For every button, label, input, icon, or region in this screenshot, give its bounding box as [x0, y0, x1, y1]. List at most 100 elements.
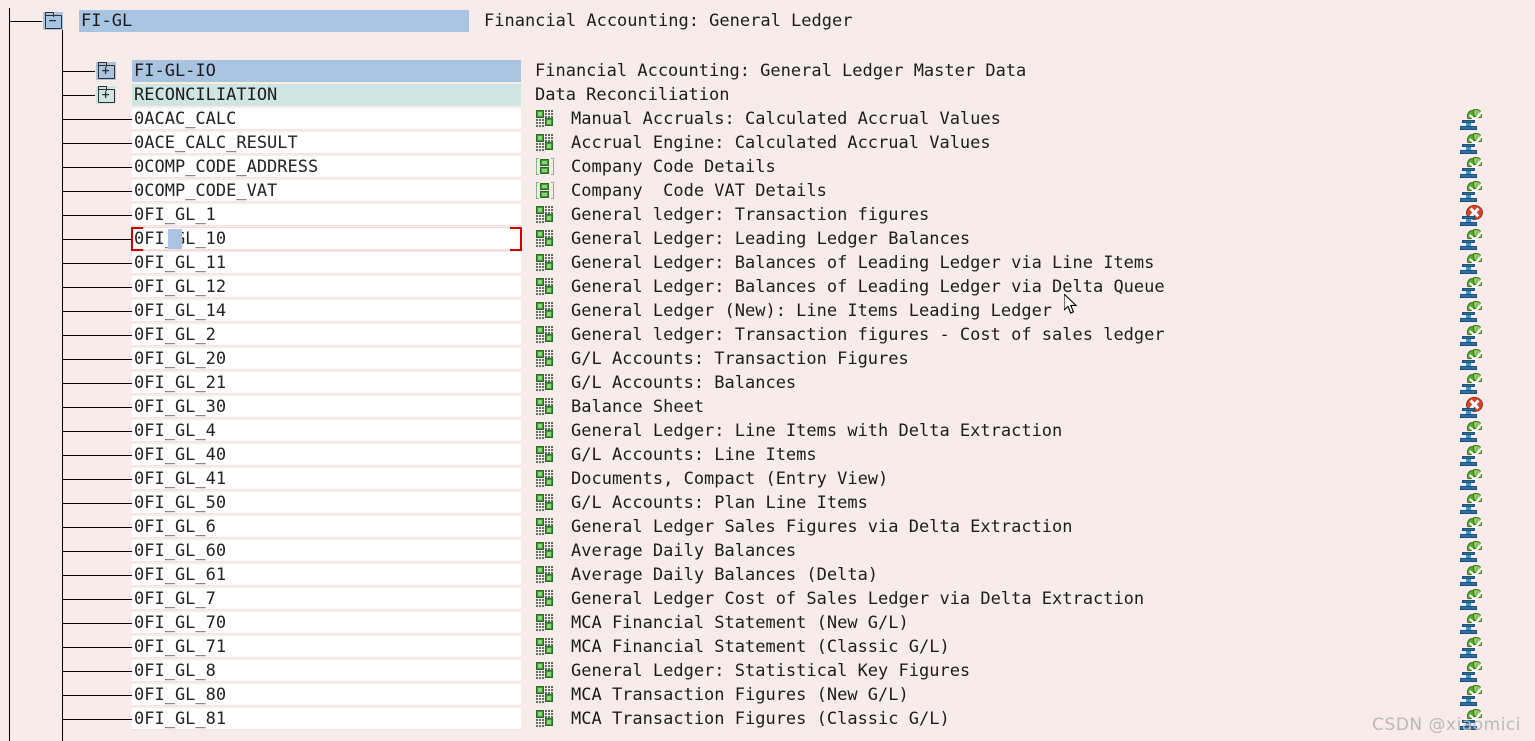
- tree-node-name[interactable]: 0FI_GL_41: [132, 468, 521, 490]
- folder-closed-icon[interactable]: +: [96, 86, 116, 104]
- datasource-description: MCA Financial Statement (New G/L): [571, 613, 909, 633]
- transport-ok-icon[interactable]: [1458, 322, 1484, 349]
- tree-node-name[interactable]: 0ACAC_CALC: [132, 108, 521, 130]
- transport-ok-icon[interactable]: [1458, 442, 1484, 469]
- datasource-description: G/L Accounts: Transaction Figures: [571, 349, 909, 369]
- transactional-datasource-icon: [536, 518, 554, 535]
- datasource-description: Company Code Details: [571, 157, 776, 177]
- transactional-datasource-icon: [536, 350, 554, 367]
- datasource-description: General Ledger Sales Figures via Delta E…: [571, 517, 1073, 537]
- tree-node-name-fi-gl-io[interactable]: FI-GL-IO: [132, 60, 521, 82]
- tree-node-name-root[interactable]: FI-GL: [79, 10, 469, 32]
- datasource-description: G/L Accounts: Line Items: [571, 445, 817, 465]
- tree-connector-leaf: [62, 167, 132, 168]
- transactional-datasource-icon: [536, 422, 554, 439]
- tree-node-name[interactable]: 0FI_GL_80: [132, 684, 521, 706]
- transport-ok-icon[interactable]: [1458, 106, 1484, 133]
- tree-row-root[interactable]: − FI-GL Financial Accounting: General Le…: [0, 10, 1535, 34]
- tree-connector-leaf: [62, 695, 132, 696]
- tree-node-name[interactable]: 0FI_GL_8: [132, 660, 521, 682]
- watermark: CSDN @xiaomici: [1372, 715, 1521, 735]
- transport-ok-icon[interactable]: [1458, 562, 1484, 589]
- transport-ok-icon[interactable]: [1458, 490, 1484, 517]
- transport-ok-icon[interactable]: [1458, 514, 1484, 541]
- tree-node-name[interactable]: 0FI_GL_61: [132, 564, 521, 586]
- transport-ok-icon[interactable]: [1458, 250, 1484, 277]
- transport-ok-icon[interactable]: [1458, 154, 1484, 181]
- transactional-datasource-icon: [536, 374, 554, 391]
- tree-node-name[interactable]: 0FI_GL_2: [132, 324, 521, 346]
- folder-expand-sign: +: [101, 88, 111, 101]
- tree-node-name[interactable]: 0FI_GL_81: [132, 708, 521, 730]
- tree-node-name[interactable]: 0COMP_CODE_VAT: [132, 180, 521, 202]
- tree-node-name[interactable]: 0FI_GL_71: [132, 636, 521, 658]
- transport-error-icon[interactable]: [1458, 205, 1484, 229]
- datasource-description: G/L Accounts: Balances: [571, 373, 797, 393]
- datasource-description: General Ledger Cost of Sales Ledger via …: [571, 589, 1145, 609]
- datasource-description: General Ledger: Line Items with Delta Ex…: [571, 421, 1063, 441]
- tree-node-name[interactable]: 0FI_GL_7: [132, 588, 521, 610]
- tree-connector-leaf: [62, 215, 132, 216]
- transport-ok-icon[interactable]: [1458, 634, 1484, 661]
- transactional-datasource-icon: [536, 590, 554, 607]
- transport-ok-icon[interactable]: [1458, 178, 1484, 205]
- tree-connector-leaf: [62, 311, 132, 312]
- transport-error-icon[interactable]: [1458, 397, 1484, 421]
- transport-ok-icon[interactable]: [1458, 610, 1484, 637]
- tree-node-name[interactable]: 0FI_GL_21: [132, 372, 521, 394]
- transport-ok-icon[interactable]: [1458, 370, 1484, 397]
- transport-ok-icon[interactable]: [1458, 346, 1484, 373]
- tree-connector-leaf: [62, 287, 132, 288]
- folder-closed-icon[interactable]: +: [96, 62, 116, 80]
- folder-expand-sign: +: [101, 64, 111, 77]
- tree-node-name[interactable]: 0FI_GL_60: [132, 540, 521, 562]
- transport-ok-icon[interactable]: [1458, 538, 1484, 565]
- transactional-datasource-icon: [536, 326, 554, 343]
- transport-ok-icon[interactable]: [1458, 418, 1484, 445]
- tree-node-name-reconciliation[interactable]: RECONCILIATION: [132, 84, 521, 106]
- tree-node-name[interactable]: 0FI_GL_50: [132, 492, 521, 514]
- tree-node-name[interactable]: 0FI_GL_20: [132, 348, 521, 370]
- datasource-description: Average Daily Balances: [571, 541, 797, 561]
- datasource-description: General Ledger (New): Line Items Leading…: [571, 301, 1053, 321]
- transport-ok-icon[interactable]: [1458, 226, 1484, 253]
- transactional-datasource-icon: [536, 638, 554, 655]
- tree-node-desc-root: Financial Accounting: General Ledger: [484, 11, 853, 31]
- tree-connector-leaf: [62, 551, 132, 552]
- transactional-datasource-icon: [536, 302, 554, 319]
- tree-node-name[interactable]: 0ACE_CALC_RESULT: [132, 132, 521, 154]
- tree-connector-leaf: [62, 503, 132, 504]
- tree-row-folder-fi-gl-io[interactable]: + FI-GL-IO Financial Accounting: General…: [0, 60, 1535, 84]
- tree-connector-leaf: [62, 623, 132, 624]
- datasource-description: General Ledger: Statistical Key Figures: [571, 661, 971, 681]
- transport-ok-icon[interactable]: [1458, 274, 1484, 301]
- tree-row-folder-reconciliation[interactable]: + RECONCILIATION Data Reconciliation: [0, 84, 1535, 108]
- datasource-description: G/L Accounts: Plan Line Items: [571, 493, 868, 513]
- datasource-description: MCA Financial Statement (Classic G/L): [571, 637, 950, 657]
- tree-node-name[interactable]: 0FI_GL_10: [132, 228, 521, 250]
- tree-node-name[interactable]: 0FI_GL_30: [132, 396, 521, 418]
- tree-connector-leaf: [62, 239, 132, 240]
- tree-node-name[interactable]: 0COMP_CODE_ADDRESS: [132, 156, 521, 178]
- transport-ok-icon[interactable]: [1458, 130, 1484, 157]
- datasource-description: MCA Transaction Figures (New G/L): [571, 685, 909, 705]
- tree-node-name[interactable]: 0FI_GL_11: [132, 252, 521, 274]
- folder-open-icon[interactable]: −: [43, 12, 63, 30]
- datasource-description: General ledger: Transaction figures - Co…: [571, 325, 1165, 345]
- tree-node-name[interactable]: 0FI_GL_12: [132, 276, 521, 298]
- transport-ok-icon[interactable]: [1458, 682, 1484, 709]
- transport-ok-icon[interactable]: [1458, 466, 1484, 493]
- tree-connector-leaf: [62, 143, 132, 144]
- transport-ok-icon[interactable]: [1458, 586, 1484, 613]
- transport-ok-icon[interactable]: [1458, 298, 1484, 325]
- datasource-description: Documents, Compact (Entry View): [571, 469, 889, 489]
- transport-ok-icon[interactable]: [1458, 658, 1484, 685]
- tree-node-name[interactable]: 0FI_GL_4: [132, 420, 521, 442]
- tree-node-name[interactable]: 0FI_GL_1: [132, 204, 521, 226]
- tree-node-name[interactable]: 0FI_GL_14: [132, 300, 521, 322]
- tree-node-name[interactable]: 0FI_GL_70: [132, 612, 521, 634]
- tree-node-name[interactable]: 0FI_GL_40: [132, 444, 521, 466]
- datasource-description: Manual Accruals: Calculated Accrual Valu…: [571, 109, 1001, 129]
- tree-connector-leaf: [62, 479, 132, 480]
- tree-node-name[interactable]: 0FI_GL_6: [132, 516, 521, 538]
